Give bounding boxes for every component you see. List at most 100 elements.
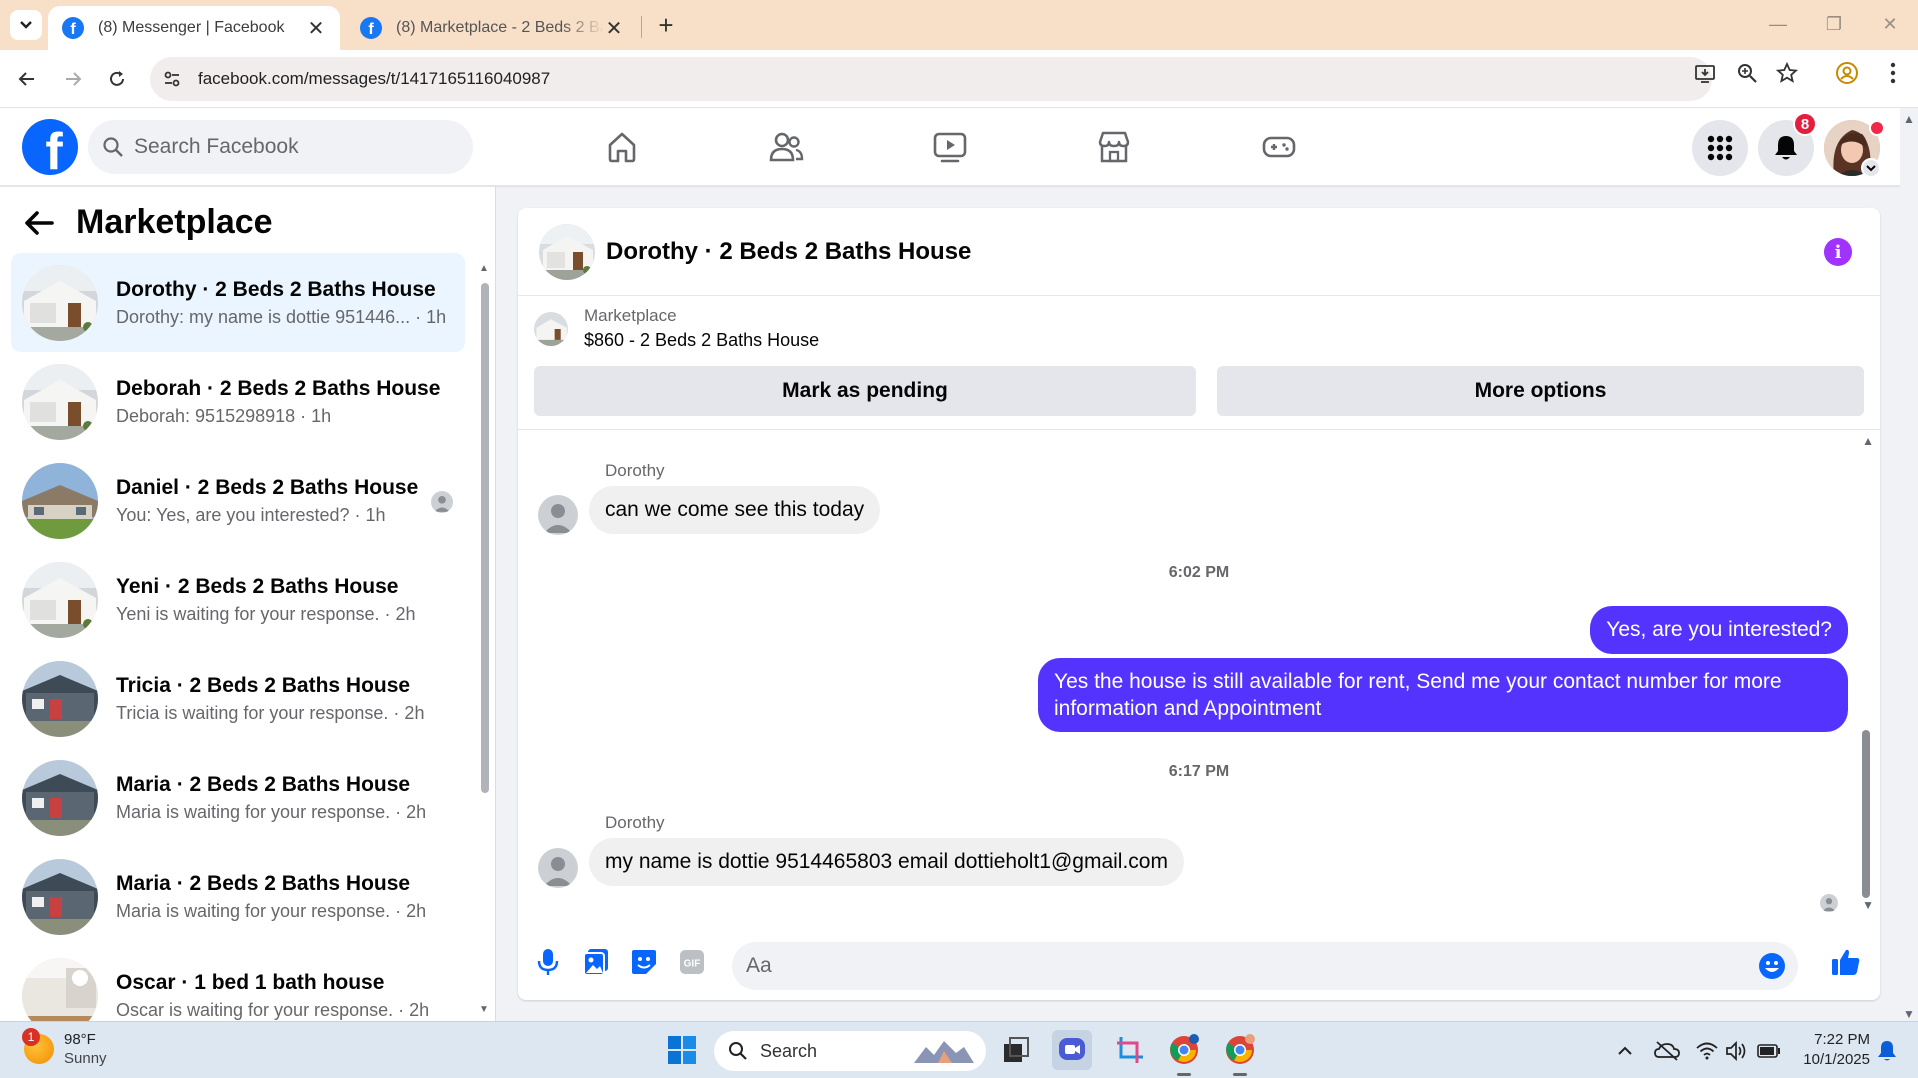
conversation-preview: Maria is waiting for your response. · 2h bbox=[116, 801, 427, 822]
facebook-favicon-icon: f bbox=[62, 17, 84, 39]
bookmark-star-icon[interactable] bbox=[1774, 60, 1800, 86]
message-input[interactable] bbox=[746, 954, 1706, 978]
volume-icon[interactable] bbox=[1724, 1038, 1750, 1064]
conversation-name: Maria · 2 Beds 2 Baths House bbox=[116, 772, 411, 796]
chat-scrollbar-thumb[interactable] bbox=[1862, 730, 1870, 898]
battery-icon[interactable] bbox=[1756, 1038, 1782, 1064]
listing-thumbnail bbox=[534, 311, 568, 346]
running-indicator bbox=[1177, 1073, 1191, 1076]
seen-receipt-avatar bbox=[431, 491, 453, 513]
conversation-preview: You: Yes, are you interested? · 1h bbox=[116, 504, 386, 525]
forward-icon[interactable] bbox=[56, 62, 90, 96]
conversation-item[interactable]: Yeni · 2 Beds 2 Baths House Yeni is waiti… bbox=[11, 550, 465, 649]
page-scroll-up-icon[interactable]: ▲ bbox=[1903, 112, 1915, 126]
tab-search-button[interactable] bbox=[10, 10, 42, 40]
search-input[interactable] bbox=[134, 135, 434, 159]
thumbs-up-icon[interactable] bbox=[1828, 944, 1864, 980]
gif-icon[interactable]: GIF bbox=[674, 944, 710, 980]
wifi-icon[interactable] bbox=[1694, 1038, 1720, 1064]
microphone-icon[interactable] bbox=[530, 944, 566, 980]
listing-avatar[interactable] bbox=[539, 223, 595, 280]
scroll-down-icon[interactable]: ▼ bbox=[479, 1004, 489, 1015]
facebook-search-box[interactable] bbox=[88, 120, 473, 174]
conversation-list-panel: Marketplace Dorothy · 2 Beds 2 Baths Hou… bbox=[0, 187, 496, 1021]
outgoing-message[interactable]: Yes the house is still available for ren… bbox=[1038, 658, 1848, 732]
browser-tab-strip: f (8) Messenger | Facebook ✕ f (8) Marke… bbox=[0, 0, 1918, 50]
back-icon[interactable] bbox=[10, 62, 44, 96]
sticker-icon[interactable] bbox=[626, 944, 662, 980]
marketplace-nav-icon[interactable] bbox=[1054, 122, 1174, 172]
snipping-tool-icon[interactable] bbox=[1110, 1030, 1150, 1070]
minimize-icon[interactable]: — bbox=[1758, 6, 1798, 42]
back-arrow-icon[interactable] bbox=[24, 210, 54, 236]
new-tab-button[interactable]: + bbox=[651, 10, 681, 40]
url-text: facebook.com/messages/t/1417165116040987 bbox=[198, 69, 551, 88]
restore-icon[interactable]: ❐ bbox=[1814, 6, 1854, 42]
home-nav-icon[interactable] bbox=[562, 122, 682, 172]
incoming-message[interactable]: can we come see this today bbox=[589, 486, 881, 534]
close-tab-icon[interactable]: ✕ bbox=[306, 16, 326, 41]
conversation-name: Tricia · 2 Beds 2 Baths House bbox=[116, 673, 411, 697]
sender-avatar[interactable] bbox=[538, 848, 578, 888]
chrome-icon[interactable] bbox=[1164, 1030, 1204, 1070]
site-info-icon[interactable] bbox=[150, 69, 194, 89]
chat-scroll-down-icon[interactable]: ▼ bbox=[1862, 898, 1874, 912]
info-icon[interactable]: i bbox=[1824, 238, 1852, 266]
incoming-message[interactable]: my name is dottie 9514465803 email dotti… bbox=[589, 838, 1184, 886]
divider bbox=[518, 429, 1880, 430]
weather-temperature: 98°F bbox=[64, 1031, 96, 1048]
menu-grid-button[interactable] bbox=[1692, 120, 1748, 176]
chrome-profile-icon[interactable] bbox=[1220, 1030, 1260, 1070]
conversation-item[interactable]: Maria · 2 Beds 2 Baths House Maria is wai… bbox=[11, 748, 465, 847]
chat-title[interactable]: Dorothy · 2 Beds 2 Baths House bbox=[606, 238, 971, 266]
scroll-up-icon[interactable]: ▲ bbox=[479, 263, 489, 274]
conversation-item[interactable]: Daniel · 2 Beds 2 Baths House You: Yes, a… bbox=[11, 451, 465, 550]
address-bar[interactable]: facebook.com/messages/t/1417165116040987 bbox=[150, 57, 1712, 101]
task-view-icon[interactable] bbox=[996, 1030, 1036, 1070]
reload-icon[interactable] bbox=[100, 62, 134, 96]
notification-count-badge: 8 bbox=[1793, 112, 1817, 136]
tab-marketplace[interactable]: f (8) Marketplace - 2 Beds 2 Baths ✕ bbox=[346, 6, 638, 50]
taskbar-clock[interactable]: 7:22 PM 10/1/2025 bbox=[1790, 1030, 1870, 1070]
show-hidden-icons-icon[interactable] bbox=[1612, 1038, 1638, 1064]
close-tab-icon[interactable]: ✕ bbox=[604, 16, 624, 41]
friends-nav-icon[interactable] bbox=[726, 122, 846, 172]
tab-divider bbox=[641, 16, 642, 38]
account-chevron-down-icon[interactable] bbox=[1861, 158, 1881, 178]
conversation-item[interactable]: Tricia · 2 Beds 2 Baths House Tricia is w… bbox=[11, 649, 465, 748]
conversation-preview: Oscar is waiting for your response. · 2h bbox=[116, 999, 430, 1020]
scrollbar-thumb[interactable] bbox=[481, 283, 489, 793]
weather-widget[interactable]: 1 98°F Sunny bbox=[22, 1028, 107, 1068]
onedrive-offline-icon[interactable] bbox=[1654, 1038, 1680, 1064]
page-scroll-down-icon[interactable]: ▼ bbox=[1903, 1007, 1915, 1021]
tab-messenger[interactable]: f (8) Messenger | Facebook ✕ bbox=[48, 6, 340, 50]
meet-app-icon[interactable] bbox=[1052, 1030, 1092, 1070]
notification-center-icon[interactable] bbox=[1874, 1038, 1900, 1064]
zoom-icon[interactable] bbox=[1734, 60, 1760, 86]
listing-summary[interactable]: Marketplace $860 - 2 Beds 2 Baths House bbox=[534, 306, 819, 351]
chat-scroll-up-icon[interactable]: ▲ bbox=[1862, 434, 1874, 448]
taskbar-search[interactable]: Search bbox=[714, 1031, 986, 1071]
conversation-item[interactable]: Oscar · 1 bed 1 bath house Oscar is waiti… bbox=[11, 946, 465, 1021]
message-input-box[interactable] bbox=[732, 942, 1798, 990]
install-app-icon[interactable] bbox=[1692, 60, 1718, 86]
search-icon bbox=[103, 137, 123, 157]
outgoing-message[interactable]: Yes, are you interested? bbox=[1590, 606, 1848, 654]
sender-avatar[interactable] bbox=[538, 495, 578, 535]
close-window-icon[interactable]: ✕ bbox=[1870, 6, 1910, 42]
chrome-menu-icon[interactable] bbox=[1880, 60, 1906, 86]
conversation-item[interactable]: Maria · 2 Beds 2 Baths House Maria is wai… bbox=[11, 847, 465, 946]
conversation-item[interactable]: Dorothy · 2 Beds 2 Baths House Dorothy: m… bbox=[11, 253, 465, 352]
gaming-nav-icon[interactable] bbox=[1219, 122, 1339, 172]
more-options-button[interactable]: More options bbox=[1217, 366, 1864, 416]
conversation-item[interactable]: Deborah · 2 Beds 2 Baths House Deborah: 9… bbox=[11, 352, 465, 451]
photo-icon[interactable] bbox=[578, 944, 614, 980]
conversation-list-scrollbar[interactable]: ▲ ▼ bbox=[478, 263, 490, 1015]
mark-as-pending-button[interactable]: Mark as pending bbox=[534, 366, 1196, 416]
profile-icon[interactable] bbox=[1834, 60, 1860, 86]
page-scrollbar[interactable]: ▲ ▼ bbox=[1900, 108, 1918, 1021]
windows-start-icon[interactable] bbox=[662, 1030, 702, 1070]
facebook-logo-icon[interactable]: f bbox=[22, 119, 78, 175]
emoji-icon[interactable] bbox=[1758, 952, 1786, 980]
video-nav-icon[interactable] bbox=[890, 122, 1010, 172]
